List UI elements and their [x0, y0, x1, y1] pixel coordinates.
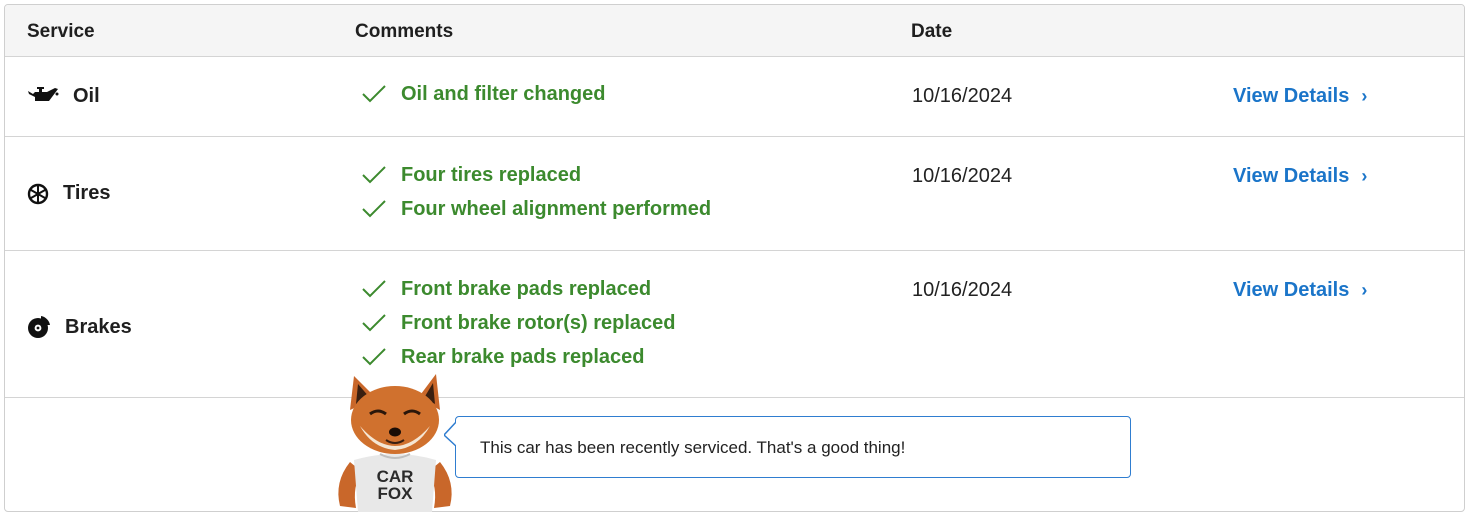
- carfox-mascot-icon: CAR FOX: [338, 374, 452, 512]
- table-row: Brakes Front brake pads replaced Front b…: [5, 251, 1464, 398]
- header-date: Date: [911, 21, 953, 42]
- header-service: Service: [27, 21, 95, 42]
- service-date: 10/16/2024: [912, 279, 1013, 301]
- list-item: Oil and filter changed: [361, 77, 605, 111]
- chevron-right-icon: ›: [1361, 166, 1368, 186]
- view-details-link[interactable]: View Details ›: [1233, 279, 1367, 302]
- comment-list: Four tires replaced Four wheel alignment…: [361, 158, 711, 226]
- list-item: Four tires replaced: [361, 158, 711, 192]
- checkmark-icon: [362, 280, 386, 298]
- view-details-link[interactable]: View Details ›: [1233, 85, 1367, 108]
- service-name: Tires: [63, 182, 111, 204]
- view-details-label: View Details: [1233, 85, 1350, 107]
- service-name: Brakes: [65, 315, 132, 338]
- checkmark-icon: [362, 200, 386, 218]
- oil-can-icon: [28, 86, 59, 101]
- comment-text: Oil and filter changed: [401, 82, 606, 105]
- comment-list: Front brake pads replaced Front brake ro…: [361, 272, 676, 374]
- view-details-link[interactable]: View Details ›: [1233, 165, 1367, 188]
- shirt-text-fox: FOX: [378, 484, 414, 503]
- service-message: This car has been recently serviced. Tha…: [480, 438, 906, 457]
- tire-icon: [27, 183, 49, 204]
- list-item: Four wheel alignment performed: [361, 192, 711, 226]
- service-cell: Brakes: [27, 315, 132, 339]
- list-item: Rear brake pads replaced: [361, 340, 676, 374]
- table-row: Oil Oil and filter changed 10/16/2024 Vi…: [5, 57, 1464, 137]
- view-details-label: View Details: [1233, 279, 1350, 301]
- bubble-tail-icon: [444, 421, 458, 451]
- comment-text: Front brake rotor(s) replaced: [401, 311, 676, 334]
- service-cell: Tires: [27, 182, 110, 205]
- comment-text: Four tires replaced: [401, 163, 582, 186]
- service-name: Oil: [73, 85, 100, 107]
- brake-disc-icon: [28, 316, 50, 338]
- checkmark-icon: [362, 314, 386, 332]
- comment-text: Front brake pads replaced: [401, 277, 652, 300]
- checkmark-icon: [362, 85, 386, 103]
- table-header: Service Comments Date: [5, 5, 1464, 57]
- service-cell: Oil: [27, 85, 100, 108]
- checkmark-icon: [362, 348, 386, 366]
- comment-list: Oil and filter changed: [361, 77, 605, 111]
- header-comments: Comments: [355, 21, 454, 42]
- table-row: Tires Four tires replaced Four wheel ali…: [5, 137, 1464, 251]
- list-item: Front brake pads replaced: [361, 272, 676, 306]
- service-date: 10/16/2024: [912, 165, 1013, 187]
- service-message-bubble: This car has been recently serviced. Tha…: [444, 416, 1131, 478]
- service-date: 10/16/2024: [912, 85, 1013, 107]
- comment-text: Four wheel alignment performed: [401, 197, 712, 220]
- list-item: Front brake rotor(s) replaced: [361, 306, 676, 340]
- chevron-right-icon: ›: [1361, 86, 1368, 106]
- comment-text: Rear brake pads replaced: [401, 345, 645, 368]
- checkmark-icon: [362, 166, 386, 184]
- chevron-right-icon: ›: [1361, 280, 1368, 300]
- view-details-label: View Details: [1233, 165, 1350, 187]
